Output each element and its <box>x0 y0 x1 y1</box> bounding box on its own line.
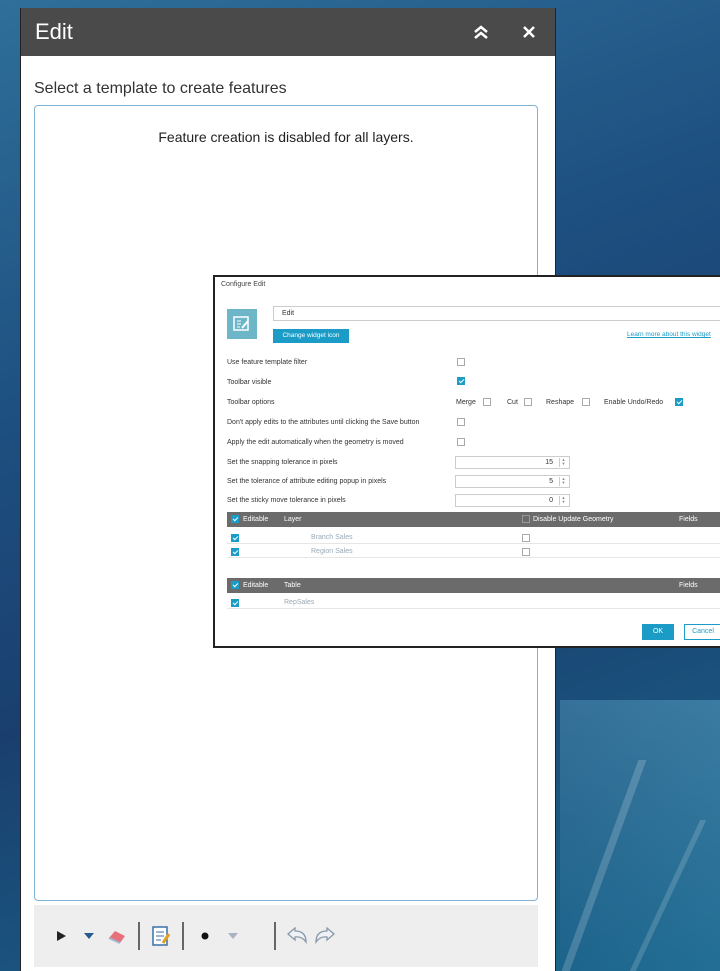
apply-auto-label: Apply the edit automatically when the ge… <box>227 439 404 446</box>
sticky-label: Set the sticky move tolerance in pixels <box>227 497 346 504</box>
dont-apply-label: Don't apply edits to the attributes unti… <box>227 419 420 426</box>
row-disable-geom-checkbox[interactable] <box>522 534 530 542</box>
row-editable-checkbox[interactable] <box>231 548 239 556</box>
layer-table-header: Editable Layer Disable Update Geometry F… <box>227 512 720 527</box>
sticky-value: 0 <box>549 497 553 504</box>
snapping-value: 15 <box>545 459 553 466</box>
panel-title: Edit <box>35 19 73 44</box>
double-chevron-up-icon[interactable] <box>469 20 493 44</box>
undo-redo-checkbox[interactable] <box>675 398 683 406</box>
reshape-label: Reshape <box>546 399 575 406</box>
eraser-icon[interactable] <box>106 925 128 947</box>
sticky-input[interactable]: 0 ▲ ▼ <box>455 494 570 507</box>
snapping-input[interactable]: 15 ▲ ▼ <box>455 456 570 469</box>
popup-tolerance-input[interactable]: 5 ▲ ▼ <box>455 475 570 488</box>
select-arrow-icon[interactable] <box>50 925 72 947</box>
table-row: Branch Sales <box>227 532 720 544</box>
ok-button[interactable]: OK <box>642 624 674 640</box>
spinner-icon[interactable]: ▲ ▼ <box>559 458 567 467</box>
disabled-message: Feature creation is disabled for all lay… <box>158 129 414 145</box>
col-fields: Fields <box>679 516 698 523</box>
reshape-checkbox[interactable] <box>582 398 590 406</box>
spinner-icon[interactable]: ▲ ▼ <box>559 496 567 505</box>
template-filter-checkbox[interactable] <box>457 358 465 366</box>
standalone-table-header: Editable Table Fields <box>227 578 720 593</box>
toolbar-divider <box>182 922 184 950</box>
close-icon[interactable] <box>517 20 541 44</box>
toolbar-visible-checkbox[interactable] <box>457 377 465 385</box>
popup-tolerance-value: 5 <box>549 478 553 485</box>
cut-label: Cut <box>507 399 518 406</box>
redo-icon[interactable] <box>314 925 336 947</box>
merge-label: Merge <box>456 399 476 406</box>
configure-edit-dialog: Configure Edit Edit Change widget icon L… <box>213 275 720 648</box>
editable-all-checkbox[interactable] <box>231 581 239 589</box>
layer-name: Branch Sales <box>311 534 353 541</box>
undo-icon[interactable] <box>286 925 308 947</box>
undo-redo-label: Enable Undo/Redo <box>604 399 664 406</box>
table-row: RepSales <box>227 597 720 609</box>
chevron-down-icon[interactable] <box>78 925 100 947</box>
spinner-icon[interactable]: ▲ ▼ <box>559 477 567 486</box>
widget-edit-icon <box>227 309 257 339</box>
toolbar-options-label: Toolbar options <box>227 399 275 406</box>
edit-toolbar <box>34 905 538 967</box>
col-editable: Editable <box>243 582 269 589</box>
col-table: Table <box>284 582 301 589</box>
col-disable-geometry: Disable Update Geometry <box>533 516 614 523</box>
row-editable-checkbox[interactable] <box>231 599 239 607</box>
template-filter-label: Use feature template filter <box>227 359 308 366</box>
cancel-button[interactable]: Cancel <box>684 624 720 640</box>
col-layer: Layer <box>284 516 302 523</box>
template-prompt: Select a template to create features <box>34 80 287 97</box>
toolbar-divider <box>274 922 276 950</box>
col-fields: Fields <box>679 582 698 589</box>
toolbar-divider <box>138 922 140 950</box>
popup-tolerance-label: Set the tolerance of attribute editing p… <box>227 478 387 485</box>
apply-auto-checkbox[interactable] <box>457 438 465 446</box>
row-disable-geom-checkbox[interactable] <box>522 548 530 556</box>
toolbar-visible-label: Toolbar visible <box>227 379 272 386</box>
merge-checkbox[interactable] <box>483 398 491 406</box>
edit-header: Edit <box>21 8 555 56</box>
dialog-title: Configure Edit <box>221 281 266 288</box>
table-name: RepSales <box>284 599 315 606</box>
change-widget-icon-button[interactable]: Change widget icon <box>273 329 349 343</box>
cut-checkbox[interactable] <box>524 398 532 406</box>
snapping-label: Set the snapping tolerance in pixels <box>227 459 338 466</box>
disable-geom-all-checkbox[interactable] <box>522 515 530 523</box>
table-row: Region Sales <box>227 546 720 558</box>
point-icon[interactable] <box>194 925 216 947</box>
attribute-table-icon[interactable] <box>150 925 172 947</box>
col-editable: Editable <box>243 516 269 523</box>
editable-all-checkbox[interactable] <box>231 515 239 523</box>
row-editable-checkbox[interactable] <box>231 534 239 542</box>
learn-more-link[interactable]: Learn more about this widget <box>627 331 711 338</box>
layer-name: Region Sales <box>311 548 353 555</box>
dont-apply-checkbox[interactable] <box>457 418 465 426</box>
widget-name-input[interactable]: Edit <box>273 306 720 321</box>
chevron-down-icon[interactable] <box>222 925 244 947</box>
